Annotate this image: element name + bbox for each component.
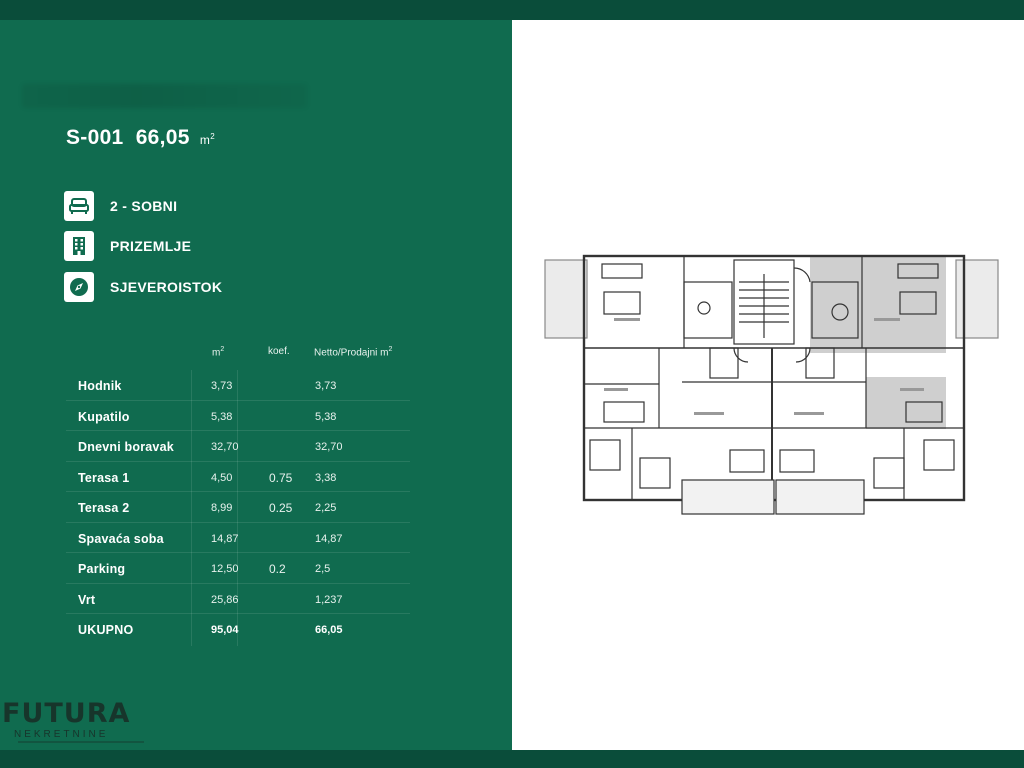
total-m2: 95,04 — [211, 624, 239, 636]
room-net: 32,70 — [315, 441, 343, 453]
bottom-band — [0, 750, 1024, 768]
info-orientation: SJEVEROISTOK — [64, 272, 222, 302]
room-net: 2,5 — [315, 563, 331, 575]
room-name: Terasa 2 — [78, 501, 130, 515]
room-m2: 4,50 — [211, 471, 233, 484]
room-m2: 14,87 — [211, 532, 239, 545]
table-row: Dnevni boravak 32,70 32,70 — [66, 431, 410, 462]
floor-plan-drawing — [544, 254, 999, 515]
room-m2: 3,73 — [211, 380, 233, 392]
unit-code: S-001 — [66, 126, 124, 149]
table-row: Hodnik 3,73 3,73 — [66, 370, 410, 401]
bed-icon — [64, 191, 94, 221]
room-net: 14,87 — [315, 532, 343, 545]
table-row: Terasa 1 4,50 0.75 3,38 — [66, 462, 410, 492]
table-row: Spavaća soba 14,87 14,87 — [66, 523, 410, 553]
table-row: Terasa 2 8,99 0.25 2,25 — [66, 492, 410, 523]
room-name: Kupatilo — [78, 409, 130, 424]
room-koef: 0.75 — [269, 470, 293, 485]
header-m2: m2 — [212, 346, 225, 359]
orientation-label: SJEVEROISTOK — [110, 279, 223, 295]
info-rooms: 2 - SOBNI — [64, 191, 177, 221]
room-net: 3,73 — [315, 380, 337, 392]
floor-label: PRIZEMLJE — [110, 238, 192, 254]
logo-wordmark: FUTURA — [2, 698, 131, 729]
room-name: Terasa 1 — [78, 470, 130, 485]
room-name: Spavaća soba — [78, 531, 164, 546]
room-net: 3,38 — [315, 471, 337, 484]
room-koef: 0.2 — [269, 562, 286, 576]
faded-heading — [22, 84, 307, 108]
table-row: Kupatilo 5,38 5,38 — [66, 401, 410, 431]
room-net: 1,237 — [315, 593, 343, 606]
room-net: 2,25 — [315, 502, 337, 514]
logo-subtitle: NEKRETNINE — [14, 729, 109, 740]
unit-title: S-001 66,05 m2 — [66, 126, 215, 150]
rooms-label: 2 - SOBNI — [110, 198, 178, 214]
room-name: Parking — [78, 562, 126, 576]
compass-icon — [64, 272, 94, 302]
info-floor: PRIZEMLJE — [64, 231, 191, 261]
header-netto: Netto/Prodajni m2 — [314, 346, 393, 359]
room-m2: 25,86 — [211, 593, 239, 606]
room-name: Dnevni boravak — [78, 440, 174, 454]
room-net: 5,38 — [315, 410, 337, 423]
area-table: Hodnik 3,73 3,73 Kupatilo 5,38 5,38 Dnev… — [66, 370, 410, 645]
table-row: Vrt 25,86 1,237 — [66, 584, 410, 614]
room-name: Vrt — [78, 592, 96, 607]
table-row: Parking 12,50 0.2 2,5 — [66, 553, 410, 584]
top-band — [0, 0, 1024, 20]
room-koef: 0.25 — [269, 501, 293, 515]
room-m2: 8,99 — [211, 502, 233, 514]
room-name: Hodnik — [78, 379, 122, 393]
unit-area: 66,05 — [135, 126, 190, 149]
logo-tagline-line — [18, 741, 144, 743]
building-icon — [64, 231, 94, 261]
unit-label: m2 — [199, 132, 215, 147]
total-net: 66,05 — [315, 624, 343, 636]
company-logo: FUTURA NEKRETNINE — [0, 698, 150, 746]
header-koef: koef. — [268, 346, 290, 357]
total-label: UKUPNO — [78, 623, 134, 637]
room-m2: 12,50 — [211, 563, 239, 575]
room-m2: 5,38 — [211, 410, 233, 423]
table-total-row: UKUPNO 95,04 66,05 — [66, 614, 410, 645]
room-m2: 32,70 — [211, 441, 239, 453]
